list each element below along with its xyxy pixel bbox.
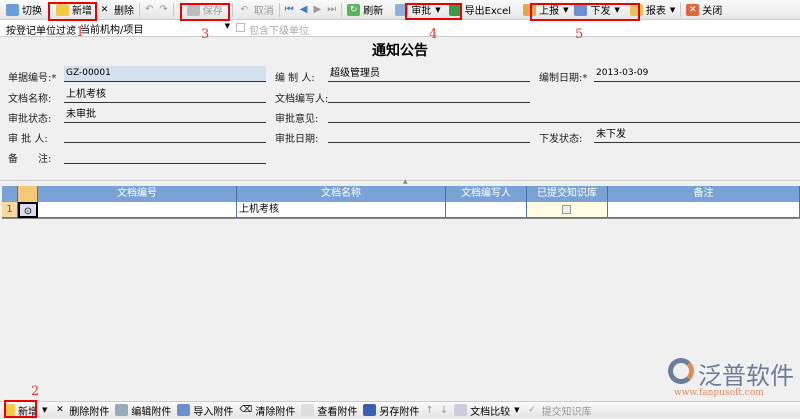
annotation-number: 3 <box>201 27 210 42</box>
view-icon <box>301 404 315 416</box>
col-header[interactable]: 文档编号 <box>38 186 237 202</box>
close-button[interactable]: ✕ 关闭 <box>683 1 725 19</box>
date-label: 编制日期:* <box>539 73 588 84</box>
annotation-number: 2 <box>31 384 40 399</box>
compare-button[interactable]: 文档比较 ▼ <box>451 401 522 419</box>
clear-attachment-button[interactable]: ⌫ 清除附件 <box>236 401 298 419</box>
saveas-icon <box>363 404 377 416</box>
annotation-number: 1 <box>76 25 85 40</box>
name-label: 文档名称: <box>8 94 52 105</box>
issue-status-label: 下发状态: <box>539 134 583 145</box>
table-row[interactable]: 1 ⊙ 上机考核 <box>2 202 800 218</box>
include-sub-checkbox[interactable] <box>236 23 245 32</box>
opinion-field[interactable] <box>328 107 800 123</box>
annotation-number: 5 <box>575 27 584 42</box>
undo-icon: ↶ <box>240 4 249 15</box>
cell-writer[interactable] <box>446 202 527 218</box>
submitted-checkbox[interactable] <box>562 205 571 214</box>
cancel-button[interactable]: ↶ 取消 <box>235 1 277 19</box>
next-record-button[interactable]: ▶ <box>310 1 324 19</box>
chevron-down-icon: ▼ <box>224 22 230 30</box>
redo-button[interactable]: ↷ <box>156 1 170 19</box>
edit-icon <box>115 404 129 416</box>
include-sub-label: 包含下级单位 <box>249 26 309 37</box>
writer-field[interactable] <box>328 87 530 103</box>
check-icon: ✓ <box>528 405 536 415</box>
submit-knowledge-button[interactable]: ✓ 提交知识库 <box>523 401 595 419</box>
first-record-button[interactable]: ⏮ <box>282 1 297 19</box>
import-attachment-button[interactable]: 导入附件 <box>174 401 236 419</box>
col-header[interactable]: 备注 <box>608 186 800 202</box>
saveas-attachment-button[interactable]: 另存附件 <box>360 401 422 419</box>
view-attachment-button[interactable]: 查看附件 <box>298 401 360 419</box>
refresh-button[interactable]: ↻ 刷新 <box>344 1 386 19</box>
doc-no-field[interactable]: GZ-00001 <box>64 66 266 82</box>
annotation-box <box>180 3 230 21</box>
cell-remark[interactable] <box>608 202 800 218</box>
annotation-box <box>48 2 97 21</box>
delete-attachment-button[interactable]: ✕ 删除附件 <box>50 401 112 419</box>
page-title: 通知公告 <box>372 43 428 59</box>
col-header[interactable]: 已提交知识库 <box>527 186 608 202</box>
attachment-toolbar: 新增 ▼ ✕ 删除附件 编辑附件 导入附件 ⌫ 清除附件 查看附件 另存附件 ↑ ↓ … <box>0 401 800 418</box>
remark-label: 备 注: <box>8 154 52 165</box>
approve-date-field[interactable] <box>328 127 530 143</box>
import-icon <box>177 404 191 416</box>
doc-no-label: 单据编号:* <box>8 73 57 84</box>
move-down-button[interactable]: ↓ <box>437 401 451 419</box>
cell-name[interactable]: 上机考核 <box>237 202 446 218</box>
splitter-handle[interactable]: ▲ <box>403 178 408 185</box>
main-toolbar: 切换 新增 ✕ 删除 ↶ ↷ 保存 ↶ 取消 ⏮ ◀ ▶ ⏭ ↻ 刷新 审批 ▼ 导出E… <box>0 0 800 20</box>
filter-bar: 按登记单位过滤 当前机构/项目 ▼ 包含下级单位 <box>0 20 800 37</box>
status-field[interactable]: 未审批 <box>64 107 266 123</box>
attachment-icon[interactable]: ⊙ <box>18 202 38 218</box>
undo-button[interactable]: ↶ <box>142 1 156 19</box>
select-header <box>18 186 38 202</box>
close-x-icon: ✕ <box>56 405 64 415</box>
logo-url: www.fanpusoft.com <box>674 388 764 398</box>
attachment-grid: 文档编号 文档名称 文档编写人 已提交知识库 备注 1 ⊙ 上机考核 <box>2 186 800 219</box>
refresh-icon: ↻ <box>347 3 361 16</box>
cell-doc-no[interactable] <box>38 202 237 218</box>
compare-icon <box>454 404 468 416</box>
row-number: 1 <box>2 202 18 218</box>
remark-field[interactable] <box>64 148 266 164</box>
opinion-label: 审批意见: <box>275 114 319 125</box>
annotation-box <box>405 3 462 20</box>
last-record-button[interactable]: ⏭ <box>324 1 339 19</box>
writer-label: 文档编写人: <box>275 94 329 105</box>
delete-button[interactable]: ✕ 删除 <box>95 1 137 19</box>
col-header[interactable]: 文档名称 <box>237 186 446 202</box>
col-header[interactable]: 文档编写人 <box>446 186 527 202</box>
cell-submitted <box>527 202 608 218</box>
annotation-box <box>4 400 37 418</box>
status-label: 审批状态: <box>8 114 52 125</box>
logo-name: 泛普软件 <box>698 362 794 390</box>
name-field[interactable]: 上机考核 <box>64 87 266 103</box>
approver-label: 审 批 人: <box>8 134 48 145</box>
issue-status-field[interactable]: 未下发 <box>594 127 800 143</box>
row-number-header <box>2 186 18 202</box>
logo-icon <box>668 358 694 384</box>
approver-field[interactable] <box>64 127 266 143</box>
filter-label: 按登记单位过滤 <box>6 26 76 37</box>
eraser-icon: ⌫ <box>239 405 253 415</box>
annotation-number: 4 <box>429 27 438 42</box>
switch-button[interactable]: 切换 <box>3 1 45 19</box>
creator-field[interactable]: 超级管理员 <box>328 66 530 82</box>
annotation-box <box>530 3 640 21</box>
prev-record-button[interactable]: ◀ <box>297 1 311 19</box>
date-field[interactable]: 2013-03-09 <box>594 66 800 82</box>
close-icon: ✕ <box>686 3 700 16</box>
grid-header: 文档编号 文档名称 文档编写人 已提交知识库 备注 <box>2 186 800 202</box>
switch-icon <box>6 3 19 16</box>
creator-label: 编 制 人: <box>275 73 315 84</box>
move-up-button[interactable]: ↑ <box>422 401 436 419</box>
close-x-icon: ✕ <box>100 4 109 15</box>
edit-attachment-button[interactable]: 编辑附件 <box>112 401 174 419</box>
approve-date-label: 审批日期: <box>275 134 319 145</box>
